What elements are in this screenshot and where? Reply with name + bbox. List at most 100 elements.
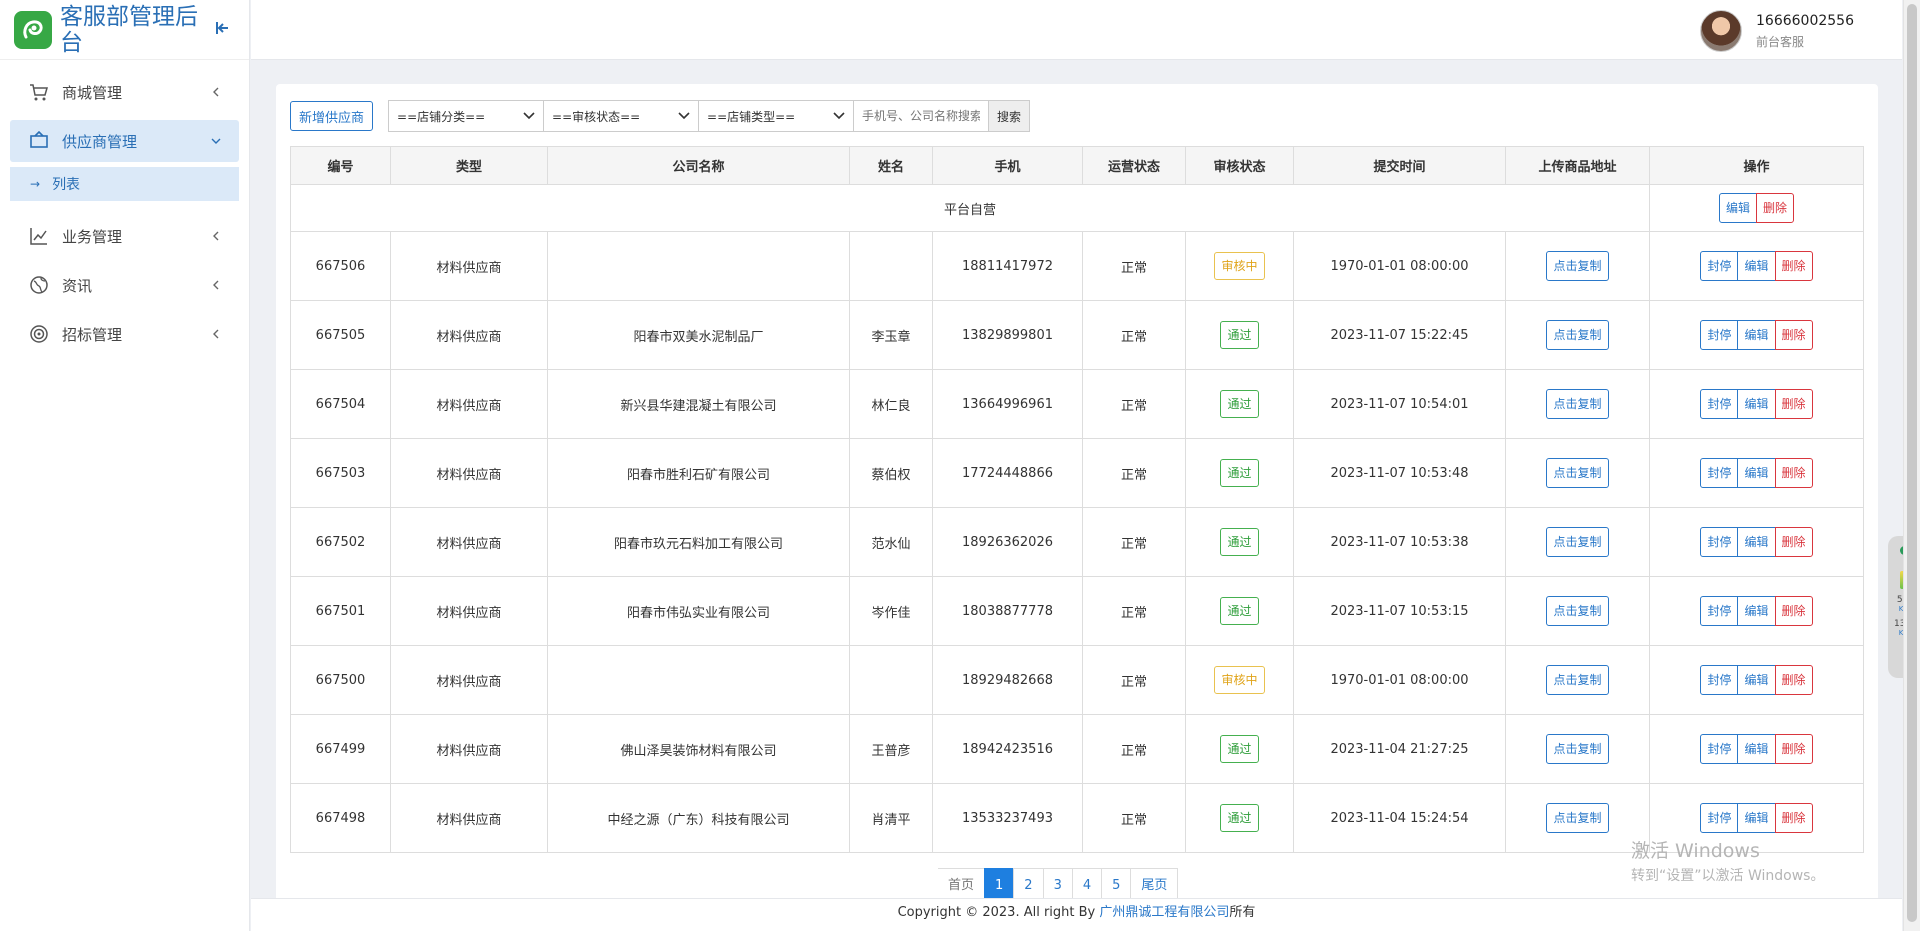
- suspend-button[interactable]: 封停: [1700, 320, 1739, 350]
- page-link-3[interactable]: 3: [1042, 868, 1073, 898]
- copy-upload-url-button[interactable]: 点击复制: [1546, 458, 1609, 488]
- delete-button[interactable]: 删除: [1774, 320, 1813, 350]
- delete-button[interactable]: 删除: [1774, 527, 1813, 557]
- copy-upload-url-button[interactable]: 点击复制: [1546, 734, 1609, 764]
- cell-id: 667499: [290, 714, 391, 784]
- cell-phone: 13829899801: [932, 300, 1083, 370]
- edit-button[interactable]: 编辑: [1737, 389, 1776, 419]
- suspend-button[interactable]: 封停: [1700, 527, 1739, 557]
- cell-company: 新兴县华建混凝土有限公司: [547, 369, 850, 439]
- footer-company-link[interactable]: 广州鼎诚工程有限公司: [1099, 905, 1229, 920]
- cell-audit: 通过: [1185, 507, 1294, 577]
- suspend-button[interactable]: 封停: [1700, 734, 1739, 764]
- scrollbar-thumb[interactable]: [1907, 4, 1917, 922]
- cell-op-status: 正常: [1082, 369, 1186, 439]
- page-last-link[interactable]: 尾页: [1130, 868, 1179, 898]
- cell-company: 阳春市伟弘实业有限公司: [547, 576, 850, 646]
- table-row: 667501 材料供应商 阳春市伟弘实业有限公司 岑作佳 18038877778 正常 通过…: [290, 576, 1864, 646]
- delete-button[interactable]: 删除: [1774, 251, 1813, 281]
- delete-button[interactable]: 删除: [1756, 193, 1795, 223]
- cell-type: 材料供应商: [390, 369, 548, 439]
- user-menu[interactable]: 16666002556 前台客服: [1700, 10, 1854, 52]
- collapse-sidebar-icon[interactable]: [212, 17, 234, 39]
- actions-cell: 封停 编辑 删除: [1649, 714, 1864, 784]
- copy-upload-url-button[interactable]: 点击复制: [1546, 665, 1609, 695]
- page-scrollbar[interactable]: [1903, 0, 1920, 931]
- edit-button[interactable]: 编辑: [1737, 527, 1776, 557]
- delete-button[interactable]: 删除: [1774, 803, 1813, 833]
- copy-upload-url-button[interactable]: 点击复制: [1546, 527, 1609, 557]
- cell-type: 材料供应商: [390, 714, 548, 784]
- edit-button[interactable]: 编辑: [1737, 458, 1776, 488]
- page-link-2[interactable]: 2: [1013, 868, 1044, 898]
- avatar[interactable]: [1700, 10, 1743, 52]
- arrow-right-icon: →: [30, 177, 41, 191]
- table-row: 667499 材料供应商 佛山泽昊装饰材料有限公司 王普彦 18942423516 正常 通…: [290, 714, 1864, 784]
- search-input[interactable]: [853, 100, 990, 132]
- copy-upload-url-button[interactable]: 点击复制: [1546, 803, 1609, 833]
- copy-upload-url-button[interactable]: 点击复制: [1546, 596, 1609, 626]
- audit-status-select[interactable]: ==审核状态==: [543, 100, 700, 132]
- search-button[interactable]: 搜索: [988, 100, 1031, 132]
- edit-button[interactable]: 编辑: [1737, 251, 1776, 281]
- suspend-button[interactable]: 封停: [1700, 251, 1739, 281]
- delete-button[interactable]: 删除: [1774, 596, 1813, 626]
- submenu-item-list[interactable]: → 列表: [10, 167, 239, 201]
- page-first-link[interactable]: 首页: [938, 868, 986, 898]
- shop-category-select[interactable]: ==店铺分类==: [388, 100, 545, 132]
- cell-copy: 点击复制: [1505, 783, 1650, 853]
- edit-button[interactable]: 编辑: [1737, 734, 1776, 764]
- audit-status-badge: 审核中: [1214, 666, 1265, 694]
- actions-cell: 封停 编辑 删除: [1649, 231, 1864, 301]
- page-link-1[interactable]: 1: [984, 868, 1015, 898]
- add-supplier-button[interactable]: 新增供应商: [290, 101, 374, 131]
- sidebar-item-mall[interactable]: 商城管理: [10, 71, 239, 113]
- cell-audit: 通过: [1185, 714, 1294, 784]
- cell-time: 2023-11-04 21:27:25: [1293, 714, 1506, 784]
- sidebar-item-suppliers[interactable]: 供应商管理: [10, 120, 239, 162]
- cell-name: [849, 231, 933, 301]
- delete-button[interactable]: 删除: [1774, 665, 1813, 695]
- sidebar-item-business[interactable]: 业务管理: [10, 215, 239, 257]
- cell-id: 667498: [290, 783, 391, 853]
- suspend-button[interactable]: 封停: [1700, 458, 1739, 488]
- chevron-down-icon: [833, 109, 845, 123]
- delete-button[interactable]: 删除: [1774, 734, 1813, 764]
- cell-company: 中经之源（广东）科技有限公司: [547, 783, 850, 853]
- suspend-button[interactable]: 封停: [1700, 665, 1739, 695]
- cell-audit: 通过: [1185, 783, 1294, 853]
- page-link-4[interactable]: 4: [1071, 868, 1103, 898]
- shop-type-select[interactable]: ==店铺类型==: [698, 100, 855, 132]
- column-header: 审核状态: [1185, 146, 1294, 185]
- edit-button[interactable]: 编辑: [1737, 596, 1776, 626]
- edit-button[interactable]: 编辑: [1737, 320, 1776, 350]
- cell-audit: 审核中: [1185, 645, 1294, 715]
- table-row: 667503 材料供应商 阳春市胜利石矿有限公司 蔡伯权 17724448866 正常 通过…: [290, 438, 1864, 508]
- cell-company: 佛山泽昊装饰材料有限公司: [547, 714, 850, 784]
- sidebar-item-tender[interactable]: 招标管理: [10, 313, 239, 355]
- copy-upload-url-button[interactable]: 点击复制: [1546, 389, 1609, 419]
- sidebar-item-news[interactable]: 资讯: [10, 264, 239, 306]
- table-row: 667506 材料供应商 18811417972 正常 审核中 1970-01-01 08…: [290, 231, 1864, 301]
- suspend-button[interactable]: 封停: [1700, 596, 1739, 626]
- cell-id: 667502: [290, 507, 391, 577]
- delete-button[interactable]: 删除: [1774, 458, 1813, 488]
- delete-button[interactable]: 删除: [1774, 389, 1813, 419]
- suspend-button[interactable]: 封停: [1700, 803, 1739, 833]
- cell-copy: 点击复制: [1505, 576, 1650, 646]
- cell-phone: 18929482668: [932, 645, 1083, 715]
- main-card: 新增供应商 ==店铺分类== ==审核状态== ==店铺类型== 搜索 编号 类…: [276, 84, 1878, 904]
- copy-upload-url-button[interactable]: 点击复制: [1546, 320, 1609, 350]
- supplier-icon: [28, 130, 50, 152]
- edit-button[interactable]: 编辑: [1737, 803, 1776, 833]
- edit-button[interactable]: 编辑: [1737, 665, 1776, 695]
- cell-name: 李玉章: [849, 300, 933, 370]
- copy-upload-url-button[interactable]: 点击复制: [1546, 251, 1609, 281]
- audit-status-value: ==审核状态==: [552, 109, 641, 124]
- cell-company: [547, 645, 850, 715]
- suspend-button[interactable]: 封停: [1700, 389, 1739, 419]
- page-link-5[interactable]: 5: [1101, 868, 1132, 898]
- edit-button[interactable]: 编辑: [1718, 193, 1757, 223]
- cell-time: 2023-11-07 15:22:45: [1293, 300, 1506, 370]
- actions-cell: 封停 编辑 删除: [1649, 576, 1864, 646]
